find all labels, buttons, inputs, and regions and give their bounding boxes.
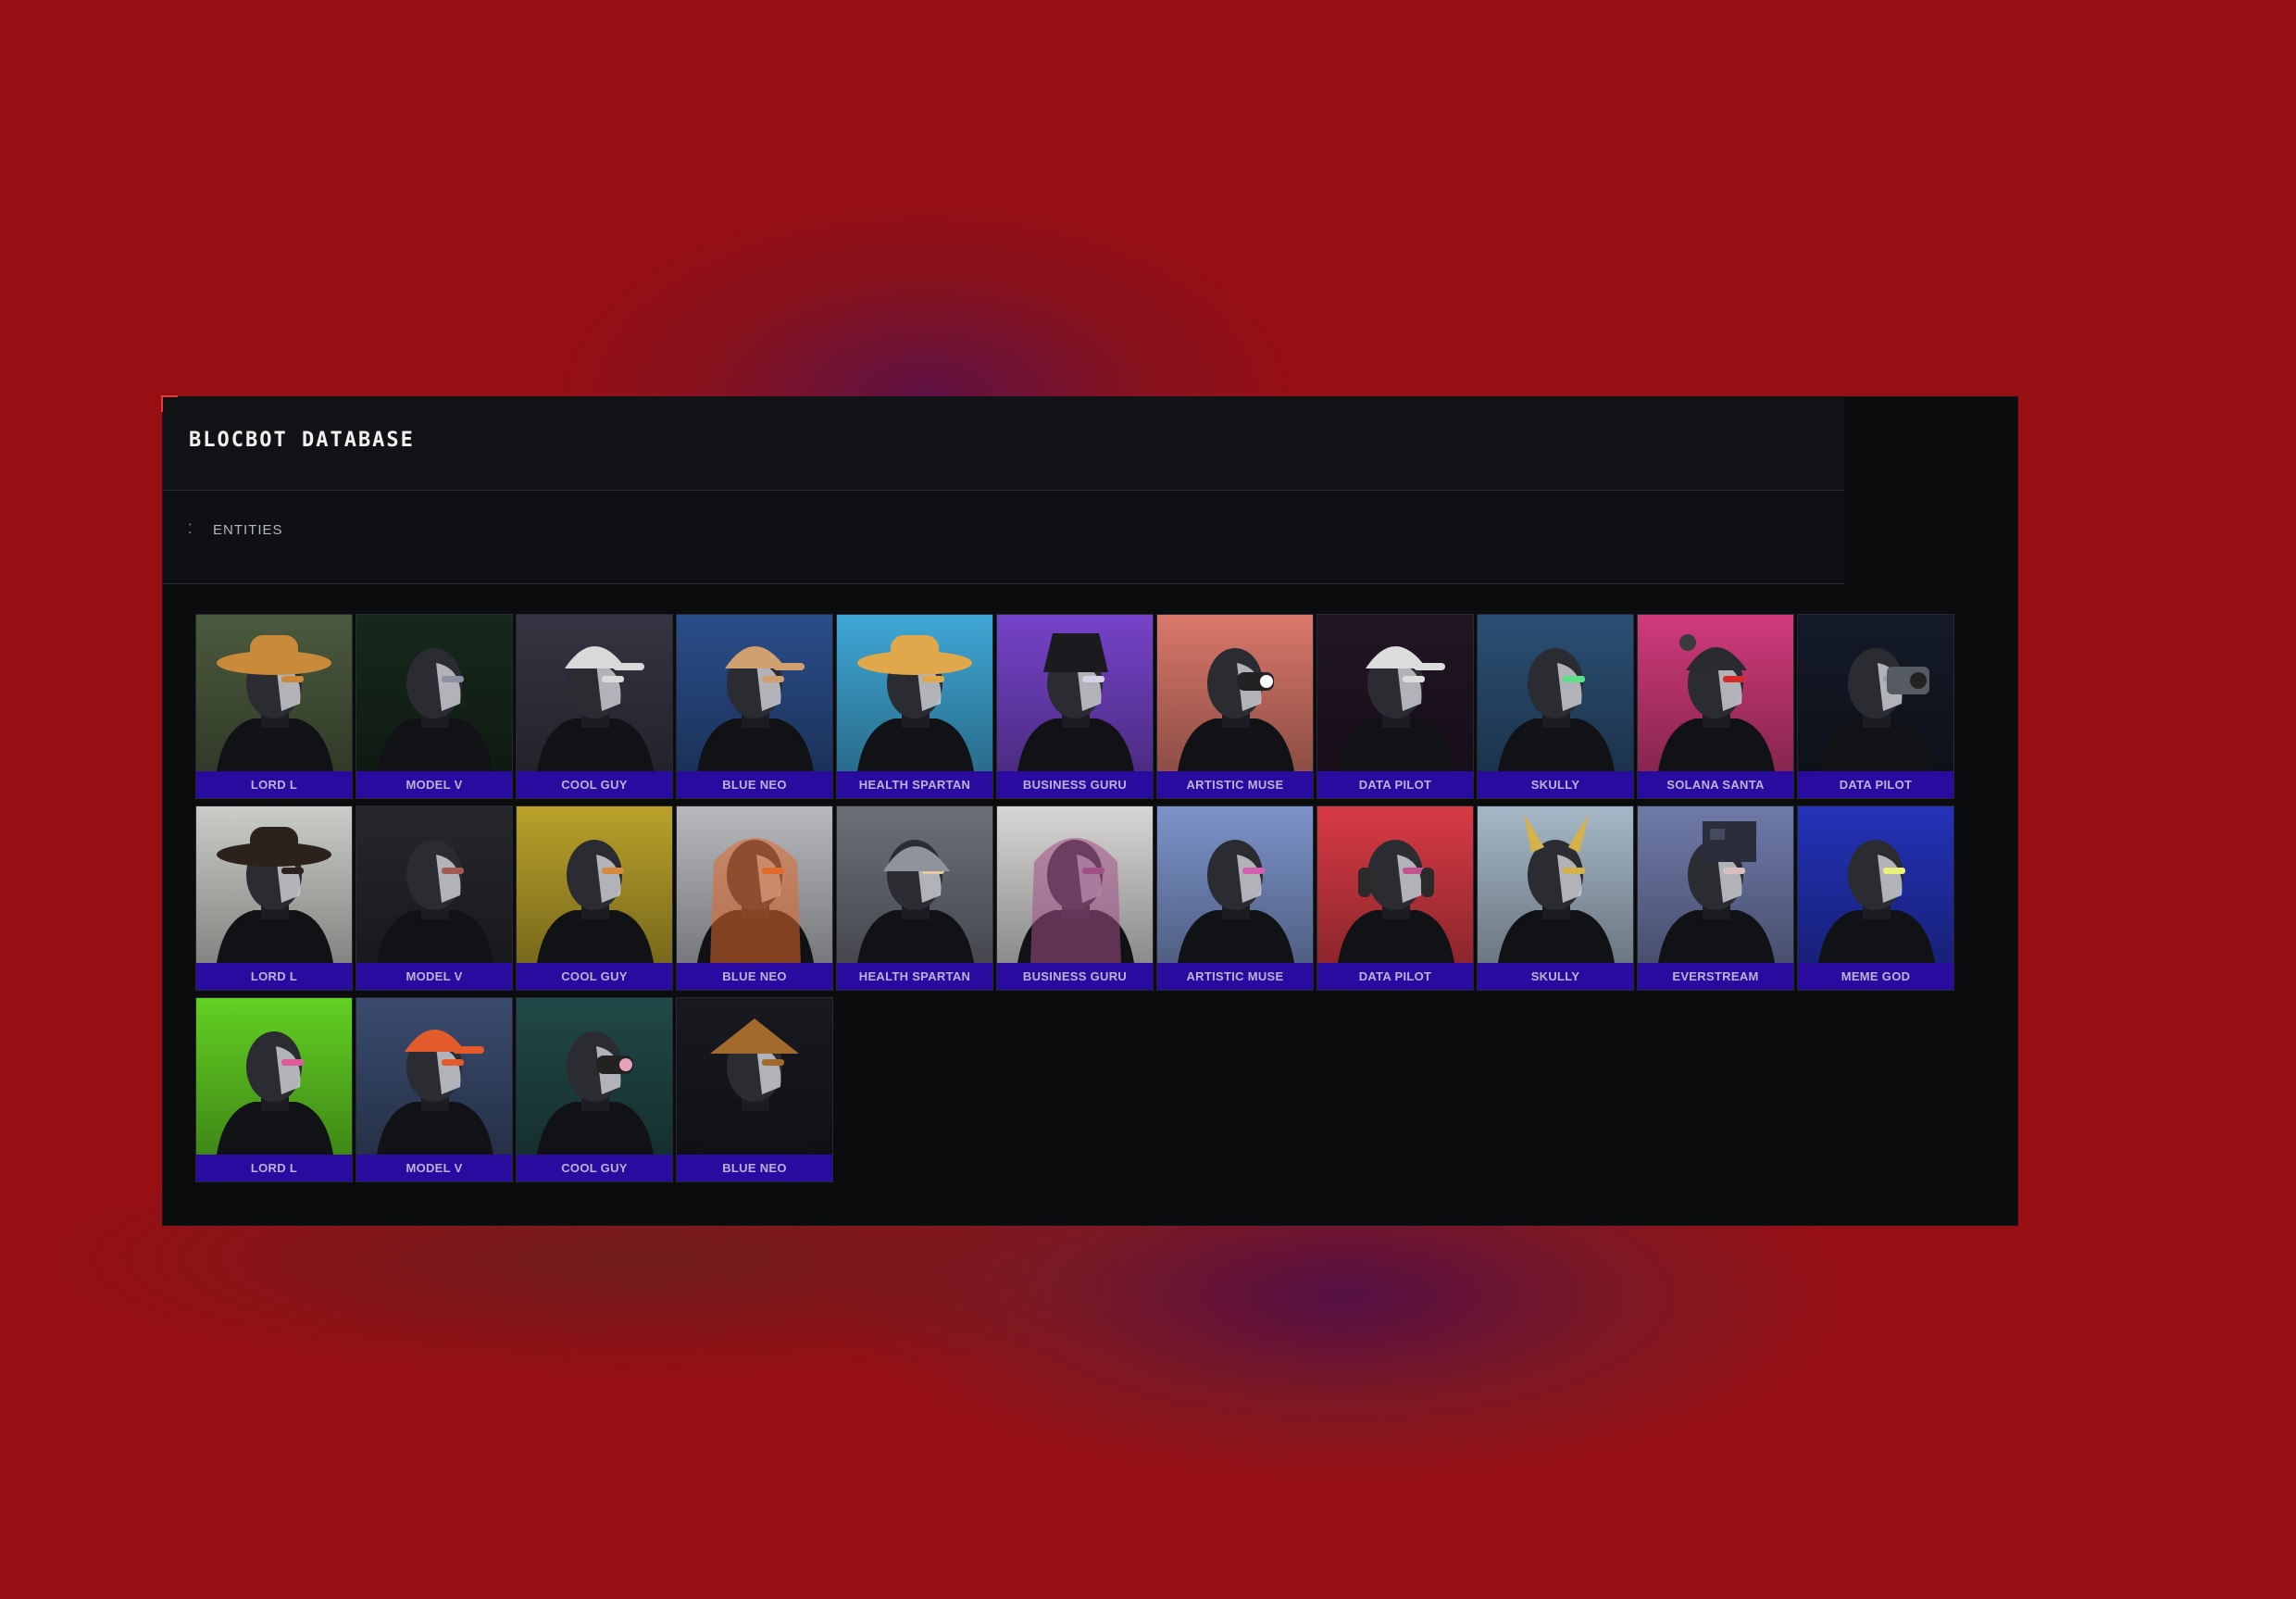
- entity-card[interactable]: HEALTH SPARTAN: [836, 614, 993, 799]
- entity-name: MODEL V: [356, 963, 512, 990]
- entity-name: COOL GUY: [517, 1155, 672, 1181]
- entity-card[interactable]: COOL GUY: [516, 997, 673, 1182]
- entity-portrait: [837, 615, 992, 771]
- entity-portrait: [356, 998, 512, 1155]
- entity-card[interactable]: ARTISTIC MUSE: [1156, 614, 1314, 799]
- entity-card[interactable]: DATA PILOT: [1316, 806, 1474, 991]
- entity-portrait: [196, 615, 352, 771]
- entity-card[interactable]: DATA PILOT: [1316, 614, 1474, 799]
- entity-portrait: [677, 615, 832, 771]
- entity-portrait: [517, 615, 672, 771]
- entity-portrait: [1798, 806, 1953, 963]
- entity-portrait: [1798, 615, 1953, 771]
- entity-card[interactable]: MEME GOD: [1797, 806, 1954, 991]
- entity-card[interactable]: SKULLY: [1477, 614, 1634, 799]
- entity-card[interactable]: COOL GUY: [516, 614, 673, 799]
- title-bar: BLOCBOT DATABASE: [163, 397, 1844, 491]
- entity-portrait: [196, 806, 352, 963]
- entity-name: LORD L: [196, 1155, 352, 1181]
- entity-portrait: [356, 806, 512, 963]
- entity-card[interactable]: BLUE NEO: [676, 614, 833, 799]
- entity-portrait: [1157, 806, 1313, 963]
- entity-card[interactable]: MODEL V: [356, 614, 513, 799]
- entity-card[interactable]: ARTISTIC MUSE: [1156, 806, 1314, 991]
- entity-name: BUSINESS GURU: [997, 771, 1153, 798]
- entity-name: HEALTH SPARTAN: [837, 771, 992, 798]
- entity-name: DATA PILOT: [1317, 963, 1473, 990]
- entity-name: BUSINESS GURU: [997, 963, 1153, 990]
- section-header: ⁚ ENTITIES: [163, 491, 1844, 584]
- database-window: BLOCBOT DATABASE ⁚ ENTITIES LORD L MODEL…: [161, 395, 2017, 1225]
- entity-card[interactable]: COOL GUY: [516, 806, 673, 991]
- entity-card[interactable]: SOLANA SANTA: [1637, 614, 1794, 799]
- entity-card[interactable]: LORD L: [195, 997, 353, 1182]
- entity-name: BLUE NEO: [677, 963, 832, 990]
- entity-portrait: [677, 998, 832, 1155]
- entity-portrait: [196, 998, 352, 1155]
- entity-name: BLUE NEO: [677, 771, 832, 798]
- page-title: BLOCBOT DATABASE: [189, 429, 415, 452]
- entity-card[interactable]: BLUE NEO: [676, 806, 833, 991]
- entity-card[interactable]: BUSINESS GURU: [996, 614, 1154, 799]
- entity-portrait: [1638, 806, 1793, 963]
- entity-card[interactable]: BLUE NEO: [676, 997, 833, 1182]
- entity-name: LORD L: [196, 963, 352, 990]
- entity-portrait: [1317, 806, 1473, 963]
- entity-card[interactable]: BUSINESS GURU: [996, 806, 1154, 991]
- entity-name: BLUE NEO: [677, 1155, 832, 1181]
- entity-card[interactable]: HEALTH SPARTAN: [836, 806, 993, 991]
- entity-name: COOL GUY: [517, 771, 672, 798]
- entity-portrait: [1638, 615, 1793, 771]
- entity-portrait: [1478, 806, 1633, 963]
- entity-portrait: [1478, 615, 1633, 771]
- entity-card[interactable]: MODEL V: [356, 997, 513, 1182]
- entity-card[interactable]: SKULLY: [1477, 806, 1634, 991]
- entity-name: ARTISTIC MUSE: [1157, 963, 1313, 990]
- entity-name: COOL GUY: [517, 963, 672, 990]
- entity-card[interactable]: DATA PILOT: [1797, 614, 1954, 799]
- entity-portrait: [1157, 615, 1313, 771]
- section-label: ENTITIES: [213, 522, 283, 538]
- entity-name: MODEL V: [356, 771, 512, 798]
- entity-name: SKULLY: [1478, 963, 1633, 990]
- entity-card[interactable]: LORD L: [195, 806, 353, 991]
- entity-name: SOLANA SANTA: [1638, 771, 1793, 798]
- entity-name: HEALTH SPARTAN: [837, 963, 992, 990]
- entity-name: LORD L: [196, 771, 352, 798]
- entity-portrait: [677, 806, 832, 963]
- entity-portrait: [517, 806, 672, 963]
- entity-name: EVERSTREAM: [1638, 963, 1793, 990]
- entity-name: DATA PILOT: [1798, 771, 1953, 798]
- entity-portrait: [997, 806, 1153, 963]
- entity-card[interactable]: MODEL V: [356, 806, 513, 991]
- entity-portrait: [517, 998, 672, 1155]
- entity-card[interactable]: EVERSTREAM: [1637, 806, 1794, 991]
- entity-portrait: [356, 615, 512, 771]
- entity-name: SKULLY: [1478, 771, 1633, 798]
- entity-name: ARTISTIC MUSE: [1157, 771, 1313, 798]
- entity-name: MEME GOD: [1798, 963, 1953, 990]
- entity-portrait: [1317, 615, 1473, 771]
- entity-portrait: [837, 806, 992, 963]
- entity-name: DATA PILOT: [1317, 771, 1473, 798]
- entity-portrait: [997, 615, 1153, 771]
- entity-card[interactable]: LORD L: [195, 614, 353, 799]
- dots-icon[interactable]: ⁚: [188, 522, 192, 537]
- entity-name: MODEL V: [356, 1155, 512, 1181]
